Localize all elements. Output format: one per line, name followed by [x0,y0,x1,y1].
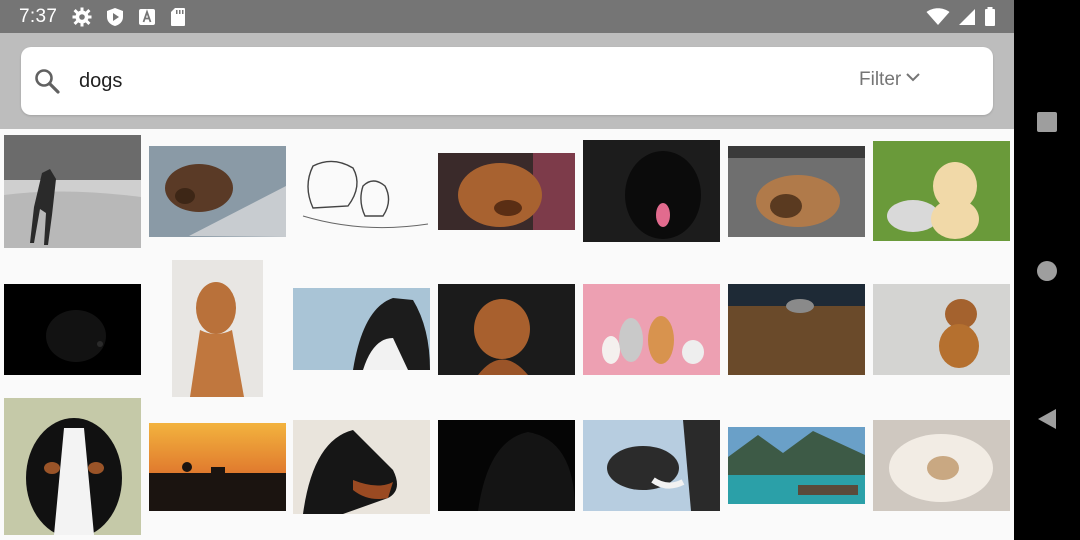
image-husky-profile[interactable] [293,288,430,370]
sd-card-icon [170,7,186,32]
home-circle-icon[interactable] [1036,260,1058,287]
status-bar: 7:37 [0,0,1014,33]
search-box[interactable]: Filter [21,47,993,115]
image-black-dog-profile[interactable] [438,420,575,511]
image-results-grid [0,129,1014,540]
image-golden-puppy[interactable] [873,141,1010,241]
shield-icon [106,7,124,32]
filter-button[interactable]: Filter [859,69,921,91]
search-icon[interactable] [33,67,61,95]
app-screen: 7:37 dogs Filter [0,0,1014,540]
image-bernese[interactable] [4,398,141,535]
image-dog-cat-sketch[interactable] [293,146,430,237]
battery-icon [984,7,996,32]
image-sunset-silhouette[interactable] [149,423,286,511]
filter-label: Filter [859,69,902,90]
image-doberman[interactable] [293,420,430,514]
image-vizsla-dark[interactable] [438,284,575,375]
image-weimaraner-beach[interactable] [4,135,141,248]
image-black-dog-dark[interactable] [4,284,141,375]
image-puppies-pink[interactable] [583,284,720,375]
status-time: 7:37 [19,6,58,27]
search-toolbar: Filter [0,33,1014,129]
font-a-icon [138,8,156,31]
image-puppy-sitting[interactable] [873,284,1010,375]
image-dog-on-laptop[interactable] [149,146,286,237]
image-black-retriever[interactable] [583,140,720,242]
image-dog-car-window[interactable] [583,420,720,511]
wifi-icon [926,8,950,31]
search-input[interactable] [79,67,779,95]
image-brown-dog-closeup[interactable] [438,153,575,230]
image-dog-on-floor[interactable] [728,284,865,375]
image-vizsla-portrait[interactable] [172,260,263,397]
back-triangle-icon[interactable] [1036,408,1058,435]
recents-square-icon[interactable] [1036,111,1058,138]
chevron-down-icon [905,69,921,91]
image-fluffy-dog-rolling[interactable] [873,420,1010,511]
image-lake-mountains[interactable] [728,427,865,504]
gear-icon [72,7,92,32]
system-icons [926,7,996,32]
navigation-bar [1014,0,1080,540]
image-bulldog-lying[interactable] [728,146,865,237]
signal-icon [958,8,976,31]
notification-icons [72,7,186,32]
